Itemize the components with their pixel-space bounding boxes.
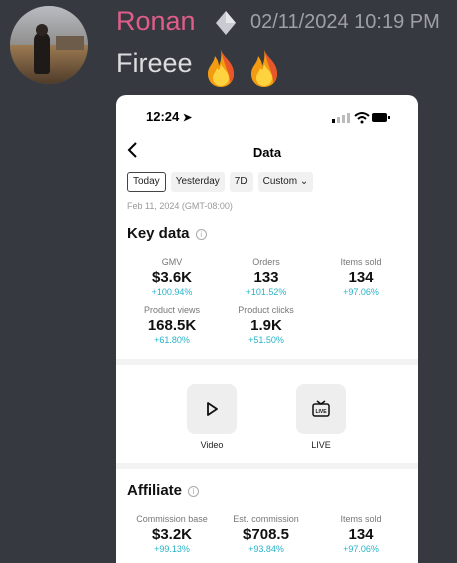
affiliate-heading: Affiliate i (127, 482, 200, 499)
filter-today[interactable]: Today (127, 172, 166, 192)
info-icon[interactable]: i (195, 229, 207, 240)
status-bar-icons (332, 112, 390, 124)
metric-product-views[interactable]: Product views 168.5K +61.80% (124, 305, 220, 345)
live-tv-icon: LIVE (312, 400, 330, 417)
key-data-heading: Key data i (127, 225, 207, 242)
filter-custom-label: Custom (262, 176, 298, 187)
chat-message: Ronan 02/11/2024 10:19 PM Fireee 12:24 ➤ (0, 0, 457, 563)
battery-icon (372, 113, 390, 122)
chevron-down-icon: ⌄ (299, 176, 309, 187)
attached-screenshot[interactable]: 12:24 ➤ Data Today Yesterday 7D Custom ⌄… (116, 95, 418, 563)
live-tile-label: LIVE (311, 440, 331, 450)
metric-est-commission[interactable]: Est. commission $708.5 +93.84% (218, 514, 314, 554)
signal-icon (332, 113, 350, 123)
video-tile[interactable] (187, 384, 237, 434)
filter-7d[interactable]: 7D (229, 172, 253, 192)
filter-yesterday[interactable]: Yesterday (170, 172, 225, 192)
message-timestamp: 02/11/2024 10:19 PM (250, 11, 440, 33)
play-icon (207, 402, 218, 416)
date-subtitle: Feb 11, 2024 (GMT-08:00) (127, 201, 233, 211)
metric-product-clicks[interactable]: Product clicks 1.9K +51.50% (218, 305, 314, 345)
wifi-icon (354, 112, 370, 120)
page-title: Data (252, 145, 282, 160)
section-divider (116, 463, 418, 469)
filter-custom[interactable]: Custom ⌄ (257, 172, 314, 192)
section-divider (116, 359, 418, 365)
info-icon[interactable]: i (188, 486, 200, 497)
metric-gmv[interactable]: GMV $3.6K +100.94% (124, 257, 220, 297)
location-arrow-icon: ➤ (182, 112, 193, 124)
metric-affiliate-items-sold[interactable]: Items sold 134 +97.06% (313, 514, 409, 554)
fire-icon (251, 50, 277, 87)
live-tile[interactable]: LIVE (296, 384, 346, 434)
avatar[interactable] (10, 6, 88, 84)
svg-text:LIVE: LIVE (315, 409, 327, 415)
video-tile-label: Video (200, 440, 224, 450)
diamond-icon (216, 11, 236, 35)
username[interactable]: Ronan (116, 6, 196, 37)
metric-commission-base[interactable]: Commission base $3.2K +99.13% (124, 514, 220, 554)
metric-orders[interactable]: Orders 133 +101.52% (218, 257, 314, 297)
date-filter-chips: Today Yesterday 7D Custom ⌄ (127, 172, 314, 192)
status-time: 12:24 ➤ (146, 109, 193, 124)
fire-icon (208, 50, 234, 87)
message-text: Fireee (116, 48, 193, 78)
metric-items-sold[interactable]: Items sold 134 +97.06% (313, 257, 409, 297)
